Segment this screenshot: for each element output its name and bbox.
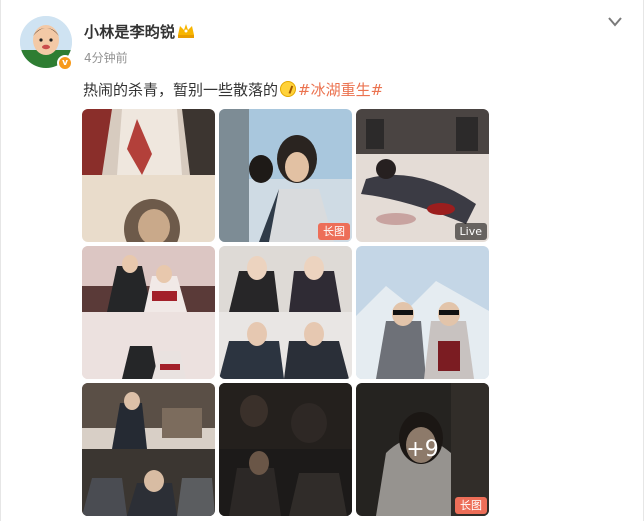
long-image-badge: 长图: [455, 497, 487, 514]
image-thumbnail[interactable]: [219, 383, 352, 516]
post-text: 热闹的杀青，暂别一些散落的 #冰湖重生#: [83, 79, 383, 100]
post-text-body: 热闹的杀青，暂别一些散落的: [83, 81, 279, 99]
crown-icon: [178, 24, 194, 38]
live-photo-badge: Live: [454, 223, 487, 240]
image-thumbnail[interactable]: [356, 246, 489, 379]
verified-badge-icon: v: [57, 55, 73, 71]
username[interactable]: 小林是李昀锐: [84, 21, 175, 42]
post-timestamp[interactable]: 4分钟前: [84, 49, 128, 66]
image-thumbnail[interactable]: 长图: [219, 109, 352, 242]
image-thumbnail[interactable]: [82, 383, 215, 516]
sparkle-emoji-icon: [280, 81, 297, 97]
image-thumbnail[interactable]: [219, 246, 352, 379]
image-thumbnail[interactable]: +9 长图: [356, 383, 489, 516]
long-image-badge: 长图: [318, 223, 350, 240]
image-thumbnail[interactable]: [82, 109, 215, 242]
weibo-post-card: v 小林是李昀锐 4分钟前 热闹的杀青，暂别一些散落的 #冰湖重生# 长图 Li…: [0, 0, 644, 521]
image-thumbnail[interactable]: [82, 246, 215, 379]
image-thumbnail[interactable]: Live: [356, 109, 489, 242]
hashtag-link[interactable]: #冰湖重生#: [298, 81, 383, 99]
chevron-down-icon[interactable]: [607, 16, 623, 28]
